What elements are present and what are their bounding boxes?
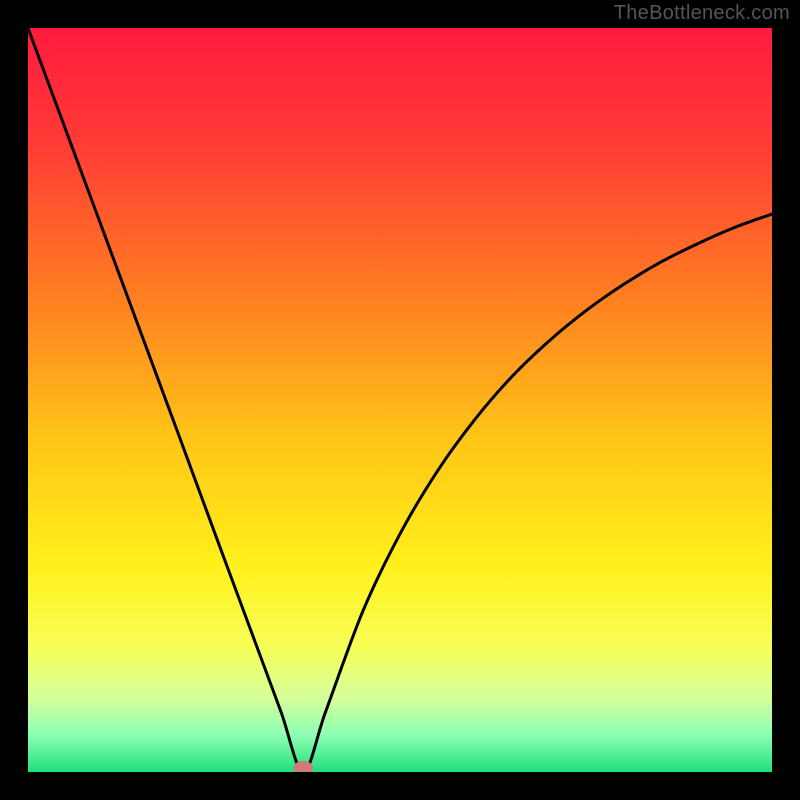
gradient-background: [28, 28, 772, 772]
plot-area: [28, 28, 772, 772]
watermark-label: TheBottleneck.com: [614, 2, 790, 25]
chart-frame: TheBottleneck.com: [0, 0, 800, 800]
bottleneck-chart: [28, 28, 772, 772]
